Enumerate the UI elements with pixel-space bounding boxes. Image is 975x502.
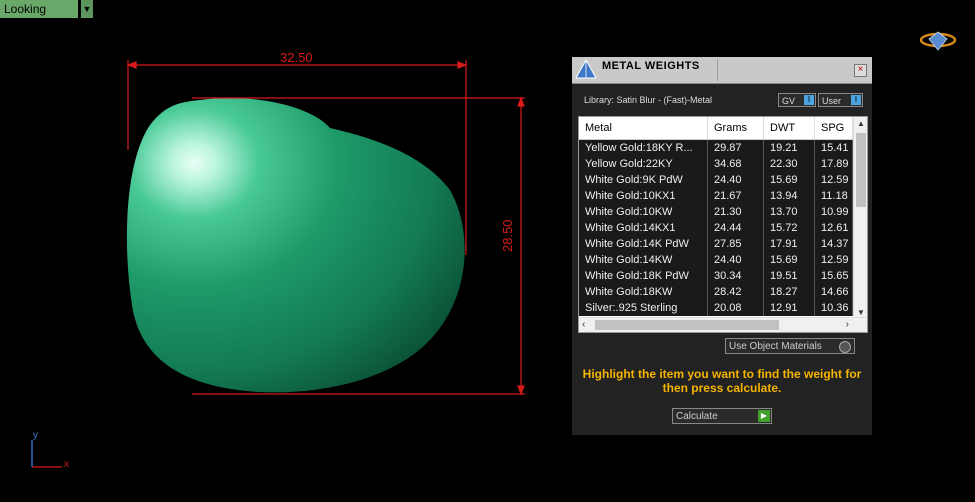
axis-y-label: y [33,430,38,441]
cell-grams: 21.30 [708,204,764,220]
cell-metal: White Gold:10KX1 [579,188,708,204]
cell-metal: White Gold:18KW [579,284,708,300]
cell-grams: 28.42 [708,284,764,300]
cell-spg: 10.99 [815,204,853,220]
cell-grams: 24.40 [708,252,764,268]
cell-spg: 15.65 [815,268,853,284]
cell-dwt: 19.51 [764,268,815,284]
cell-dwt: 15.69 [764,172,815,188]
table-row[interactable]: White Gold:10KX1 21.67 13.94 11.18 [579,188,853,204]
metal-weights-panel: METAL WEIGHTS × Library: Satin Blur - (F… [572,57,872,435]
cell-metal: White Gold:14KX1 [579,220,708,236]
titlebar-divider [717,59,718,81]
cell-grams: 30.34 [708,268,764,284]
dimension-width-label: 32.50 [280,50,313,65]
cell-metal: White Gold:18K PdW [579,268,708,284]
cell-spg: 14.37 [815,236,853,252]
cell-dwt: 22.30 [764,156,815,172]
cell-metal: Yellow Gold:22KY [579,156,708,172]
cell-spg: 12.59 [815,172,853,188]
use-object-materials-toggle[interactable]: Use Object Materials [725,338,855,354]
dropdown-toggle-icon[interactable]: I [804,95,814,105]
cell-spg: 11.18 [815,188,853,204]
table-row[interactable]: White Gold:14KX1 24.44 15.72 12.61 [579,220,853,236]
column-header-grams[interactable]: Grams [708,117,764,139]
scroll-right-icon[interactable]: › [846,318,849,332]
close-icon[interactable]: × [854,64,867,77]
cell-metal: White Gold:9K PdW [579,172,708,188]
cell-spg: 10.36 [815,300,853,316]
3d-object[interactable] [126,98,465,393]
scroll-left-icon[interactable]: ‹ [582,318,585,332]
cell-metal: Silver:.925 Sterling [579,300,708,316]
cell-spg: 12.59 [815,252,853,268]
cell-metal: White Gold:14KW [579,252,708,268]
cell-dwt: 19.21 [764,140,815,156]
table-row[interactable]: White Gold:10KW 21.30 13.70 10.99 [579,204,853,220]
horizontal-scrollbar[interactable]: ‹ › [579,317,867,332]
use-object-materials-label: Use Object Materials [729,341,822,352]
column-header-metal[interactable]: Metal [579,117,708,139]
table-header: Metal Grams DWT SPG [579,117,853,140]
gv-dropdown-label: GV [782,96,796,106]
table-body: Yellow Gold:18KY R... 29.87 19.21 15.41 Yel… [579,140,853,316]
library-label: Library: Satin Blur - (Fast)-Metal [584,95,713,105]
dropdown-toggle-icon[interactable]: I [851,95,861,105]
pyramid-icon [574,58,598,87]
calculate-button[interactable]: Calculate ▶ [672,408,772,424]
scroll-up-icon[interactable]: ▲ [854,119,867,128]
cell-grams: 27.85 [708,236,764,252]
cell-grams: 34.68 [708,156,764,172]
metals-table: Metal Grams DWT SPG Yellow Gold:18KY R..… [578,116,868,333]
scroll-down-icon[interactable]: ▼ [854,308,867,317]
cell-dwt: 15.69 [764,252,815,268]
cell-dwt: 13.70 [764,204,815,220]
cell-spg: 17.89 [815,156,853,172]
axis-gizmo [31,440,62,468]
cell-grams: 24.44 [708,220,764,236]
cell-spg: 12.61 [815,220,853,236]
table-row[interactable]: Yellow Gold:22KY 34.68 22.30 17.89 [579,156,853,172]
axis-x-label: x [64,459,69,470]
gv-dropdown[interactable]: GV I [778,93,816,107]
column-header-dwt[interactable]: DWT [764,117,815,139]
cell-dwt: 18.27 [764,284,815,300]
cell-grams: 24.40 [708,172,764,188]
cell-metal: White Gold:10KW [579,204,708,220]
cell-dwt: 15.72 [764,220,815,236]
table-row[interactable]: White Gold:18K PdW 30.34 19.51 15.65 [579,268,853,284]
table-row[interactable]: White Gold:14KW 24.40 15.69 12.59 [579,252,853,268]
cell-grams: 21.67 [708,188,764,204]
vertical-scrollbar[interactable]: ▲ ▼ [853,117,867,317]
table-row[interactable]: Silver:.925 Sterling 20.08 12.91 10.36 [579,300,853,316]
table-row[interactable]: White Gold:18KW 28.42 18.27 14.66 [579,284,853,300]
cell-spg: 14.66 [815,284,853,300]
table-row[interactable]: White Gold:9K PdW 24.40 15.69 12.59 [579,172,853,188]
radio-icon[interactable] [839,341,851,353]
cell-dwt: 12.91 [764,300,815,316]
scroll-thumb[interactable] [595,320,779,330]
cell-spg: 15.41 [815,140,853,156]
scroll-thumb[interactable] [856,133,866,207]
cell-grams: 29.87 [708,140,764,156]
user-dropdown-label: User [822,96,842,106]
cell-dwt: 17.91 [764,236,815,252]
user-dropdown[interactable]: User I [818,93,863,107]
cell-grams: 20.08 [708,300,764,316]
table-row[interactable]: White Gold:14K PdW 27.85 17.91 14.37 [579,236,853,252]
app-logo-icon[interactable] [918,30,958,57]
column-header-spg[interactable]: SPG [815,117,853,139]
instruction-text: Highlight the item you want to find the … [582,367,862,395]
table-row[interactable]: Yellow Gold:18KY R... 29.87 19.21 15.41 [579,140,853,156]
cell-metal: Yellow Gold:18KY R... [579,140,708,156]
panel-title: METAL WEIGHTS [602,60,700,72]
cell-dwt: 13.94 [764,188,815,204]
panel-titlebar[interactable]: METAL WEIGHTS × [572,57,872,84]
calculate-label: Calculate [676,411,718,422]
cell-metal: White Gold:14K PdW [579,236,708,252]
play-icon: ▶ [758,410,770,422]
dimension-height-label: 28.50 [500,219,515,252]
